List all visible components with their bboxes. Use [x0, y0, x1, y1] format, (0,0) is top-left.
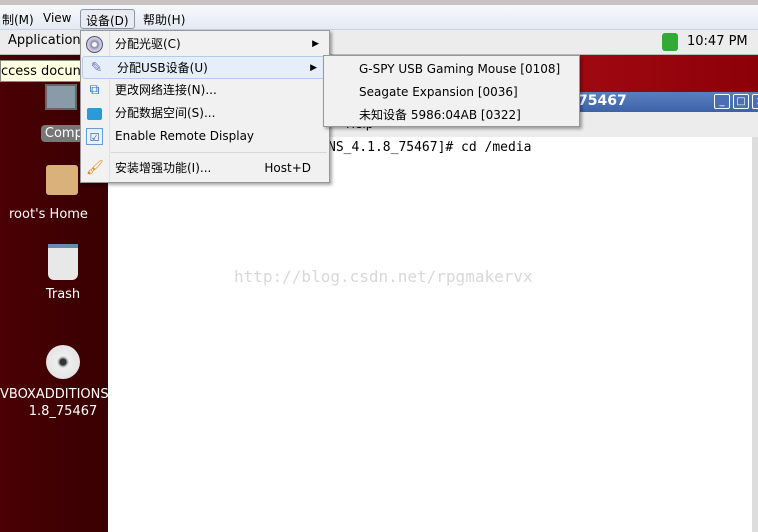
submenu-arrow-icon: ▶ — [312, 39, 319, 49]
menu-item-label: 安装增强功能(I)... — [115, 161, 212, 175]
cd-icon — [86, 36, 103, 53]
menu-item-network[interactable]: ⧉ 更改网络连接(N)... — [81, 79, 329, 102]
menu-devices[interactable]: 设备(D) — [80, 9, 135, 29]
network-icon: ⧉ — [89, 82, 100, 98]
menu-item-cd[interactable]: 分配光驱(C) ▶ — [81, 33, 329, 56]
menu-machine[interactable]: 制(M) — [0, 9, 39, 29]
applications-menu[interactable]: Application — [8, 33, 81, 48]
vbox-menubar: 制(M) View 设备(D) 帮助(H) — [0, 0, 758, 30]
menu-help[interactable]: 帮助(H) — [138, 9, 190, 29]
menu-view[interactable]: View — [38, 9, 76, 29]
minimize-button[interactable]: _ — [714, 94, 730, 109]
remote-display-icon: ☑ — [86, 128, 103, 145]
window-title: 75467 — [578, 93, 627, 109]
tooltip: ccess docun — [0, 60, 90, 82]
usb-icon: ✎ — [90, 60, 103, 76]
menu-item-label: 分配光驱(C) — [115, 37, 181, 51]
scrollbar[interactable] — [752, 137, 758, 532]
icon-label[interactable]: 1.8_75467 — [9, 404, 117, 419]
monitor-icon — [45, 84, 77, 110]
usb-submenu: G-SPY USB Gaming Mouse [0108] Seagate Ex… — [323, 55, 580, 127]
icon-label[interactable]: root's Home — [9, 207, 117, 222]
usb-device-item[interactable]: G-SPY USB Gaming Mouse [0108] — [324, 58, 579, 81]
cd-icon[interactable] — [46, 345, 80, 379]
menu-item-shared-folders[interactable]: 分配数据空间(S)... — [81, 102, 329, 125]
icon-label[interactable]: VBOXADDITIONS — [0, 387, 109, 402]
menu-item-label: Enable Remote Display — [115, 129, 255, 143]
menu-item-label: 分配USB设备(U) — [117, 61, 208, 75]
maximize-button[interactable]: □ — [733, 94, 749, 109]
menu-item-label: 分配数据空间(S)... — [115, 106, 216, 120]
menu-item-label: 更改网络连接(N)... — [115, 83, 217, 97]
shortcut-label: Host+D — [264, 161, 311, 175]
terminal-output[interactable]: NS_4.1.8_75467]# cd /media — [108, 137, 752, 532]
icon-label[interactable]: Trash — [9, 287, 117, 302]
clock[interactable]: 10:47 PM — [687, 34, 748, 49]
home-folder-icon[interactable] — [46, 165, 78, 195]
menu-item-usb[interactable]: ✎ 分配USB设备(U) ▶ — [82, 56, 328, 79]
usb-device-item[interactable]: 未知设备 5986:04AB [0322] — [324, 104, 579, 127]
update-icon[interactable] — [662, 33, 678, 51]
menu-item-guest-additions[interactable]: 🖌 安装增强功能(I)... Host+D — [81, 157, 329, 180]
devices-menu: 分配光驱(C) ▶ ✎ 分配USB设备(U) ▶ ⧉ 更改网络连接(N)... 分配数据… — [80, 30, 330, 183]
trash-icon[interactable] — [48, 244, 78, 280]
menu-separator — [111, 152, 327, 153]
wrench-icon: 🖌 — [86, 160, 104, 176]
menu-item-remote-display[interactable]: ☑ Enable Remote Display — [81, 125, 329, 148]
close-button[interactable]: × — [752, 94, 758, 109]
submenu-arrow-icon: ▶ — [310, 63, 317, 73]
folder-icon — [86, 105, 103, 122]
watermark: http://blog.csdn.net/rpgmakervx — [234, 267, 533, 286]
usb-device-item[interactable]: Seagate Expansion [0036] — [324, 81, 579, 104]
terminal-line: NS_4.1.8_75467]# cd /media — [328, 140, 532, 155]
